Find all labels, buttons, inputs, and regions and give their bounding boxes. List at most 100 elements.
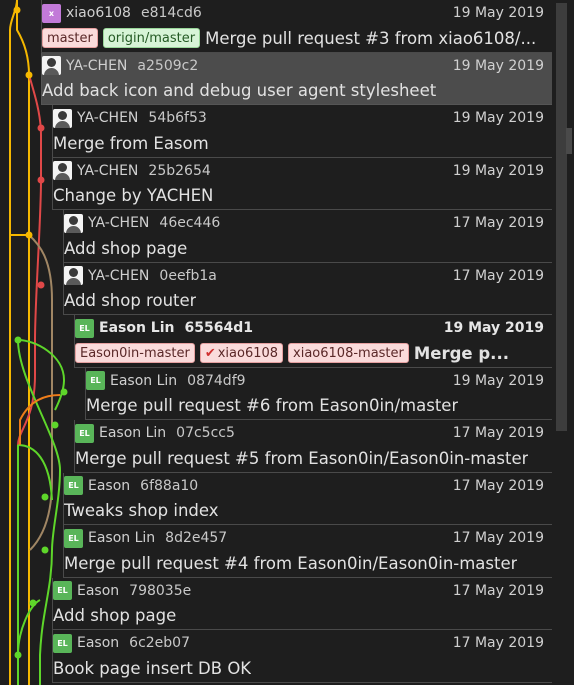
- commit-header: YA-CHEN 54b6f53 19 May 2019: [53, 107, 544, 129]
- commit-message: Merge pull request #6 from Eason0in/mast…: [86, 396, 459, 415]
- commit-date: 19 May 2019: [443, 320, 544, 336]
- commit-row[interactable]: EL Eason Lin 65564d1 19 May 2019 Eason0in-ma…: [74, 315, 552, 368]
- author-avatar: EL: [75, 318, 94, 338]
- commit-date: 17 May 2019: [452, 425, 544, 441]
- commit-row[interactable]: YA-CHEN 0eefb1a 17 May 2019 Add shop router: [63, 262, 552, 315]
- author-avatar: [42, 56, 61, 75]
- commit-hash: 65564d1: [184, 320, 253, 336]
- commit-date: 19 May 2019: [452, 5, 544, 21]
- commit-row[interactable]: YA-CHEN 25b2654 19 May 2019 Change by YACHE…: [52, 157, 552, 210]
- commit-hash: 6c2eb07: [129, 635, 190, 651]
- commit-date: 17 May 2019: [452, 215, 544, 231]
- commit-hash: 46ec446: [159, 215, 221, 231]
- commit-row[interactable]: YA-CHEN 46ec446 17 May 2019 Add shop page: [63, 210, 552, 263]
- commit-hash: a2509c2: [137, 57, 199, 74]
- commit-message: Merge from Easom: [53, 133, 209, 153]
- author-avatar: EL: [64, 476, 83, 495]
- commit-list: x xiao6108 e814cd6 19 May 2019 master origin/…: [0, 0, 552, 685]
- commit-body: Change by YACHEN: [53, 184, 544, 208]
- commit-row[interactable]: EL Eason 6f88a10 17 May 2019 Tweaks shop ind…: [63, 472, 552, 525]
- commit-header: EL Eason Lin 07c5cc5 17 May 2019: [75, 422, 544, 444]
- commit-row[interactable]: EL Eason Lin 07c5cc5 17 May 2019 Merge pull …: [74, 420, 552, 473]
- branch-label: xiao6108: [217, 346, 279, 361]
- commit-date: 19 May 2019: [452, 57, 544, 74]
- commit-row[interactable]: EL Eason 6c2eb07 17 May 2019 Book page inser…: [52, 630, 552, 683]
- commit-author: Eason: [88, 477, 131, 494]
- commit-row[interactable]: YA-CHEN 54b6f53 19 May 2019 Merge from Easo…: [52, 105, 552, 158]
- commit-row[interactable]: EL Eason 798035e 17 May 2019 Add shop page: [52, 577, 552, 630]
- branch-label: origin/master: [107, 31, 196, 46]
- commit-body: Merge pull request #6 from Eason0in/mast…: [86, 394, 544, 418]
- commit-header: EL Eason 6f88a10 17 May 2019: [64, 475, 544, 497]
- scrollbar[interactable]: [552, 0, 574, 685]
- branch-badge[interactable]: xiao6108-master: [288, 343, 409, 363]
- commit-body: Add shop page: [53, 604, 544, 628]
- commit-message: Add shop page: [53, 606, 177, 625]
- commit-header: YA-CHEN 25b2654 19 May 2019: [53, 160, 544, 182]
- checkout-check-icon: ✔: [204, 346, 216, 361]
- commit-author: Eason: [77, 582, 120, 599]
- commit-author: Eason Lin: [99, 320, 175, 336]
- branch-label: master: [47, 31, 93, 46]
- commit-body: Merge from Easom: [53, 131, 544, 155]
- commit-message: Add back icon and debug user agent style…: [42, 81, 437, 100]
- commit-author: Eason Lin: [99, 425, 167, 441]
- commit-header: x xiao6108 e814cd6 19 May 2019: [42, 2, 544, 24]
- author-avatar: [53, 161, 72, 180]
- commit-body: Add shop router: [64, 289, 544, 313]
- commit-row[interactable]: YA-CHEN a2509c2 19 May 2019 Add back icon a…: [41, 52, 552, 105]
- author-avatar: x: [42, 3, 61, 23]
- commit-author: YA-CHEN: [77, 110, 139, 126]
- commit-date: 17 May 2019: [452, 635, 544, 651]
- branch-badge[interactable]: ✔ xiao6108: [199, 343, 284, 363]
- commit-header: EL Eason 798035e 17 May 2019: [53, 580, 544, 602]
- commit-date: 17 May 2019: [452, 582, 544, 599]
- commit-row[interactable]: x xiao6108 e814cd6 19 May 2019 master origin/…: [41, 0, 552, 53]
- author-avatar: [53, 108, 72, 128]
- author-avatar: EL: [75, 423, 94, 443]
- commit-header: EL Eason Lin 8d2e457 17 May 2019: [64, 527, 544, 549]
- remote-branch-badge[interactable]: origin/master: [102, 28, 201, 48]
- commit-header: EL Eason Lin 65564d1 19 May 2019: [75, 317, 544, 339]
- author-avatar: EL: [53, 581, 72, 600]
- commit-date: 19 May 2019: [452, 372, 544, 389]
- commit-hash: 54b6f53: [148, 110, 207, 126]
- scrollbar-thumb[interactable]: [556, 3, 567, 431]
- commit-body: Add shop page: [64, 236, 544, 260]
- author-avatar: EL: [86, 371, 105, 390]
- commit-body: Merge pull request #5 from Eason0in/Easo…: [75, 446, 544, 470]
- commit-header: YA-CHEN 46ec446 17 May 2019: [64, 212, 544, 234]
- branch-badge[interactable]: master: [42, 28, 98, 48]
- author-avatar: [64, 266, 83, 285]
- author-avatar: EL: [64, 528, 83, 548]
- commit-row[interactable]: EL Eason Lin 8d2e457 17 May 2019 Merge pull …: [63, 525, 552, 578]
- commit-body: Merge pull request #4 from Eason0in/Easo…: [64, 551, 544, 575]
- commit-message: Merge pull request #5 from Eason0in/Easo…: [75, 448, 529, 468]
- branch-label: xiao6108-master: [293, 346, 404, 361]
- commit-header: YA-CHEN 0eefb1a 17 May 2019: [64, 265, 544, 287]
- commit-row[interactable]: EL Eason Lin 0874df9 19 May 2019 Merge pull …: [85, 367, 552, 420]
- commit-body: Add back icon and debug user agent style…: [42, 79, 544, 103]
- commit-message: Merge p...: [413, 343, 509, 363]
- commit-author: YA-CHEN: [77, 162, 139, 179]
- commit-hash: 798035e: [129, 582, 192, 599]
- commit-author: YA-CHEN: [66, 57, 128, 74]
- commit-hash: 0eefb1a: [159, 267, 217, 284]
- commit-message: Add shop page: [64, 238, 188, 258]
- commit-body: master origin/master Merge pull request #3…: [42, 26, 544, 50]
- author-avatar: [64, 213, 83, 233]
- commit-author: Eason: [77, 635, 120, 651]
- author-avatar: EL: [53, 633, 72, 653]
- commit-author: Eason Lin: [88, 530, 156, 546]
- branch-badge[interactable]: Eason0in-master: [75, 343, 195, 363]
- commit-hash: 8d2e457: [165, 530, 228, 546]
- commit-message: Add shop router: [64, 291, 197, 310]
- commit-message: Merge pull request #4 from Eason0in/Easo…: [64, 553, 518, 573]
- commit-header: EL Eason Lin 0874df9 19 May 2019: [86, 370, 544, 392]
- commit-body: Book page insert DB OK: [53, 656, 544, 680]
- commit-message: Change by YACHEN: [53, 186, 214, 205]
- commit-message: Tweaks shop index: [64, 501, 219, 520]
- commit-message: Merge pull request #3 from xiao6108/...: [205, 28, 537, 48]
- commit-hash: 07c5cc5: [176, 425, 235, 441]
- commit-date: 17 May 2019: [452, 477, 544, 494]
